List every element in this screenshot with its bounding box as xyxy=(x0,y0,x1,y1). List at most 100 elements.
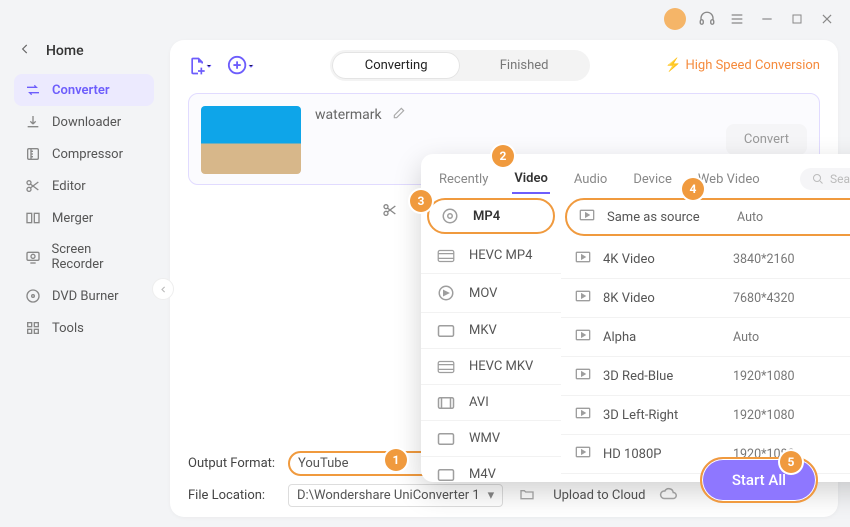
sidebar: Home Converter Downloader Compressor Editor… xyxy=(0,38,164,527)
preset-resolution: 7680*4320 xyxy=(733,291,850,306)
tab-converting[interactable]: Converting xyxy=(332,52,460,79)
format-mp4[interactable]: MP4 xyxy=(427,198,555,234)
format-icon xyxy=(435,432,457,446)
callout-5: 5 xyxy=(780,451,802,473)
preset-icon xyxy=(575,290,593,306)
add-folder-icon[interactable] xyxy=(227,55,255,77)
preset-label: 8K Video xyxy=(603,291,723,306)
status-segment: Converting Finished xyxy=(330,50,590,81)
file-location-select[interactable]: D:\Wondershare UniConverter 1▾ xyxy=(288,484,503,507)
sidebar-item-screen-recorder[interactable]: Screen Recorder xyxy=(14,234,154,280)
sidebar-item-label: Merger xyxy=(52,211,93,226)
format-popover: RecentlyVideoAudioDeviceWeb VideoSearch … xyxy=(421,154,850,482)
preset-label: 3D Left-Right xyxy=(603,408,723,423)
format-label: AVI xyxy=(469,395,489,410)
format-search[interactable]: Search xyxy=(800,168,850,190)
preset-3d-red-blue[interactable]: 3D Red-Blue 1920*1080 xyxy=(561,357,850,396)
screenrec-icon xyxy=(24,249,42,265)
sidebar-item-label: Converter xyxy=(52,83,110,98)
file-location-label: File Location: xyxy=(188,488,278,503)
edit-name-icon[interactable] xyxy=(392,106,406,124)
format-hevc-mkv[interactable]: HEVC MKV xyxy=(421,349,561,385)
format-tab-audio[interactable]: Audio xyxy=(572,166,609,193)
merger-icon xyxy=(24,210,42,226)
preset-icon xyxy=(575,368,593,384)
preset-3d-left-right[interactable]: 3D Left-Right 1920*1080 xyxy=(561,396,850,435)
format-wmv[interactable]: WMV xyxy=(421,421,561,457)
preset-alpha[interactable]: AlphaAuto xyxy=(561,318,850,357)
format-tab-recently[interactable]: Recently xyxy=(437,166,490,193)
preset-4k-video[interactable]: 4K Video 3840*2160 xyxy=(561,240,850,279)
convert-button[interactable]: Convert xyxy=(726,124,807,155)
dvd-icon xyxy=(24,288,42,304)
avatar[interactable] xyxy=(664,8,686,30)
format-icon xyxy=(439,207,461,225)
preset-same-as-source[interactable]: Same as sourceAuto xyxy=(565,198,850,236)
preset-resolution: 3840*2160 xyxy=(733,252,850,267)
sidebar-item-tools[interactable]: Tools xyxy=(14,312,154,344)
format-label: MKV xyxy=(469,323,497,338)
compress-icon xyxy=(24,146,42,162)
preset-label: 3D Red-Blue xyxy=(603,369,723,384)
format-tab-device[interactable]: Device xyxy=(631,166,674,193)
preset-resolution: 1920*1080 xyxy=(733,408,850,423)
preset-icon xyxy=(575,407,593,423)
format-hevc-mp4[interactable]: HEVC MP4 xyxy=(421,238,561,274)
cloud-icon[interactable] xyxy=(659,485,677,507)
callout-1: 1 xyxy=(385,449,407,471)
output-format-label: Output Format: xyxy=(188,456,278,471)
sidebar-item-compressor[interactable]: Compressor xyxy=(14,138,154,170)
sidebar-item-label: Downloader xyxy=(52,115,121,130)
close-button[interactable] xyxy=(818,10,836,28)
format-label: MOV xyxy=(469,286,497,301)
sidebar-item-converter[interactable]: Converter xyxy=(14,74,154,106)
file-name: watermark xyxy=(315,107,382,123)
preset-resolution: 1920*1080 xyxy=(733,369,850,384)
format-mov[interactable]: MOV xyxy=(421,274,561,313)
sidebar-item-label: Screen Recorder xyxy=(52,242,144,272)
add-file-icon[interactable] xyxy=(188,56,213,76)
format-label: HEVC MKV xyxy=(469,359,533,374)
upload-cloud-label: Upload to Cloud xyxy=(553,488,645,503)
format-avi[interactable]: AVI xyxy=(421,385,561,421)
callout-3: 3 xyxy=(410,190,432,212)
sidebar-item-merger[interactable]: Merger xyxy=(14,202,154,234)
format-icon xyxy=(435,284,457,302)
converter-icon xyxy=(24,82,42,98)
minimize-button[interactable] xyxy=(758,10,776,28)
maximize-button[interactable] xyxy=(788,10,806,28)
sidebar-item-dvd-burner[interactable]: DVD Burner xyxy=(14,280,154,312)
open-folder-icon[interactable] xyxy=(519,486,535,506)
output-format-select[interactable]: YouTube▾ xyxy=(288,451,438,476)
high-speed-conversion[interactable]: High Speed Conversion xyxy=(665,58,820,73)
preset-resolution: Auto xyxy=(737,210,850,225)
preset-icon xyxy=(575,329,593,345)
format-tab-web-video[interactable]: Web Video xyxy=(696,166,762,193)
file-thumbnail[interactable] xyxy=(201,106,301,174)
tab-finished[interactable]: Finished xyxy=(460,52,588,79)
format-label: M4V xyxy=(469,467,496,482)
headset-icon[interactable] xyxy=(698,10,716,28)
nav-home[interactable]: Home xyxy=(14,40,154,74)
format-label: MP4 xyxy=(473,209,500,224)
back-icon xyxy=(18,42,36,60)
format-label: HEVC MP4 xyxy=(469,248,532,263)
preset-label: HD 1080P xyxy=(603,447,723,462)
format-tab-video[interactable]: Video xyxy=(512,165,550,194)
sidebar-item-downloader[interactable]: Downloader xyxy=(14,106,154,138)
preset-icon xyxy=(579,209,597,225)
preset-icon xyxy=(575,251,593,267)
preset-label: 4K Video xyxy=(603,252,723,267)
menu-icon[interactable] xyxy=(728,10,746,28)
sidebar-collapse-handle[interactable] xyxy=(152,278,174,300)
sidebar-item-label: DVD Burner xyxy=(52,289,119,304)
sidebar-item-label: Compressor xyxy=(52,147,123,162)
preset-8k-video[interactable]: 8K Video 7680*4320 xyxy=(561,279,850,318)
format-mkv[interactable]: MKV xyxy=(421,313,561,349)
tools-icon xyxy=(24,320,42,336)
format-m4v[interactable]: M4V xyxy=(421,457,561,482)
format-icon xyxy=(435,396,457,410)
cut-icon[interactable] xyxy=(382,202,398,222)
sidebar-item-editor[interactable]: Editor xyxy=(14,170,154,202)
format-icon xyxy=(435,360,457,374)
